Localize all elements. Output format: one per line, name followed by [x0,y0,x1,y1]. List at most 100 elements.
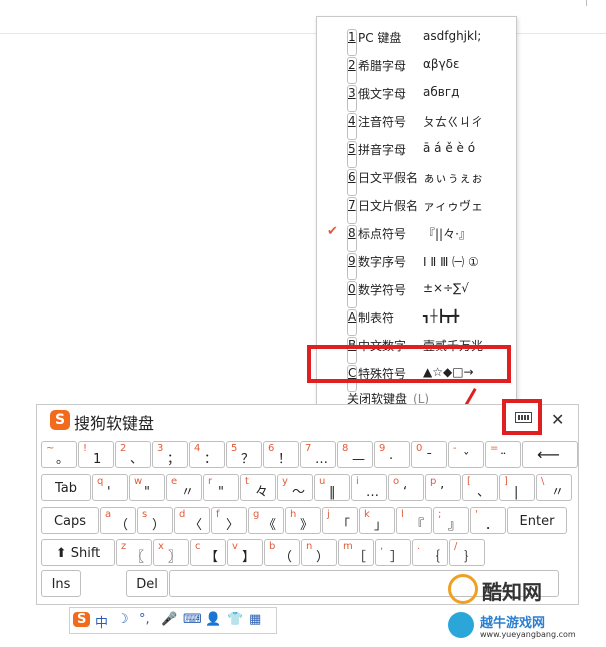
key-top-label: p [430,476,437,487]
key-,[interactable]: , ］ [375,539,411,566]
key-[[interactable]: [、 [462,474,498,501]
key-top-label: i [356,476,359,487]
key-y[interactable]: y ～ [277,474,313,501]
key-f[interactable]: f 〉 [211,507,247,534]
key-][interactable]: ] | [499,474,535,501]
keyboard-title: 搜狗软键盘 [74,414,155,433]
key-m[interactable]: m ［ [338,539,374,566]
key-o[interactable]: o ‘ [388,474,424,501]
key-label: Enter [519,514,555,529]
key-2[interactable]: 2、 [115,441,151,468]
key-w[interactable]: w " [129,474,165,501]
key--[interactable]: -ˇ [448,441,484,468]
user-icon[interactable]: 👤 [205,612,221,627]
menu-item-1[interactable]: 1 PC 键盘 asdfghjkl; [317,23,516,56]
menu-item-5[interactable]: 5 拼音字母 ā á ě è ó [317,135,516,168]
key-=[interactable]: = ¨ [485,441,521,468]
key-symbol: ］ [390,550,404,565]
menu-item-0[interactable]: 0 数学符号 ±×÷∑√ [317,275,516,308]
key-top-label: n [306,541,313,552]
key-top-label: 7 [305,443,312,454]
key-enter[interactable]: Enter [507,507,567,534]
menu-item-4[interactable]: 4 注音符号 ㄆㄊㄍㄐㄔ [317,107,516,140]
key-tab[interactable]: Tab [41,474,91,501]
key-top-label: ! [83,443,88,454]
watermark-site-url: www.yueyangbang.com [480,630,576,639]
key-top-label: 3 [157,443,164,454]
microphone-icon[interactable]: 🎤 [161,612,177,627]
menu-item-9[interactable]: 9 数字序号 Ⅰ Ⅱ Ⅲ ㈠ ① [317,247,516,280]
key-top-label: s [142,509,148,520]
menu-item-7[interactable]: 7 日文片假名 ァィゥヴェ [317,191,516,224]
key-symbol: ‘ [403,485,408,500]
key-3[interactable]: 3； [152,441,188,468]
key-v[interactable]: v】 [227,539,263,566]
menu-item-3[interactable]: 3 俄文字母 абвгд [317,79,516,112]
menu-item-label: 注音符号 [358,115,407,129]
key-8[interactable]: 8— [337,441,373,468]
key-symbol: 〈 [189,518,203,533]
key-j[interactable]: j 「 [322,507,358,534]
key-![interactable]: ! 1 [78,441,114,468]
close-icon[interactable]: ✕ [551,410,564,429]
key-4[interactable]: 4： [189,441,225,468]
key-~[interactable]: ~。 [41,441,77,468]
key-.[interactable]: . ｛ [412,539,448,566]
key-l[interactable]: l 『 [396,507,432,534]
key-top-label: h [290,509,297,520]
key-symbol: 。 [56,452,70,467]
moon-icon[interactable]: ☽ [117,612,129,627]
key-a[interactable]: a （ [100,507,136,534]
key-\[interactable]: \ 〃 [536,474,572,501]
key-k[interactable]: k」 [359,507,395,534]
key-shift[interactable]: ⬆ Shift [41,539,115,566]
key-;[interactable]: ;』 [433,507,469,534]
key-z[interactable]: z 〖 [116,539,152,566]
key-g[interactable]: g 《 [248,507,284,534]
toolbox-icon[interactable]: ▦ [249,612,261,627]
menu-item-label: 标点符号 [358,227,407,241]
key-n[interactable]: n） [301,539,337,566]
menu-item-2[interactable]: 2 希腊字母 αβγδε [317,51,516,84]
key-5[interactable]: 5？ [226,441,262,468]
key-b[interactable]: b （ [264,539,300,566]
key-s[interactable]: s） [137,507,173,534]
key-q[interactable]: q ' [92,474,128,501]
chinese-mode-icon[interactable]: 中 [95,612,108,631]
skin-icon[interactable]: 👕 [227,612,243,627]
menu-item-6[interactable]: 6 日文平假名 ぁぃぅぇぉ [317,163,516,196]
watermark-site-cn: 越牛游戏网 [480,616,546,631]
key-6[interactable]: 6！ [263,441,299,468]
keyboard-icon[interactable]: ⌨ [183,612,202,627]
key-p[interactable]: p’ [425,474,461,501]
key-symbol: （ [115,518,129,533]
menu-item-8[interactable]: ✔ 8 标点符号 『||々·』 [317,219,516,252]
key-u[interactable]: u ‖ [314,474,350,501]
key-i[interactable]: i… [351,474,387,501]
key-ins[interactable]: Ins [41,570,81,597]
key-7[interactable]: 7… [300,441,336,468]
key-top-label: ~ [46,443,55,454]
key-'[interactable]: ' ． [470,507,506,534]
punctuation-icon[interactable]: °, [139,612,150,627]
key-symbol: ） [152,518,166,533]
key-c[interactable]: c 【 [190,539,226,566]
key-caps[interactable]: Caps [41,507,99,534]
key-r[interactable]: r " [203,474,239,501]
sogou-logo-icon[interactable]: S [73,612,91,627]
key-0[interactable]: 0ˉ [411,441,447,468]
key-x[interactable]: x 〗 [153,539,189,566]
key-d[interactable]: d 〈 [174,507,210,534]
keyboard-icon[interactable] [515,412,532,423]
key-symbol: ； [167,452,181,467]
menu-item-sample: ā á ě è ó [423,141,476,155]
key-/[interactable]: / ｝ [449,539,485,566]
key-backspace[interactable]: ⟵ [522,441,578,468]
key-9[interactable]: 9 · [374,441,410,468]
key-del[interactable]: Del [126,570,168,597]
key-h[interactable]: h 》 [285,507,321,534]
key-top-label: l [401,509,404,520]
menu-item-a[interactable]: A 制表符 ┓┼┣┳╋ [317,303,516,336]
key-e[interactable]: e 〃 [166,474,202,501]
key-t[interactable]: t々 [240,474,276,501]
